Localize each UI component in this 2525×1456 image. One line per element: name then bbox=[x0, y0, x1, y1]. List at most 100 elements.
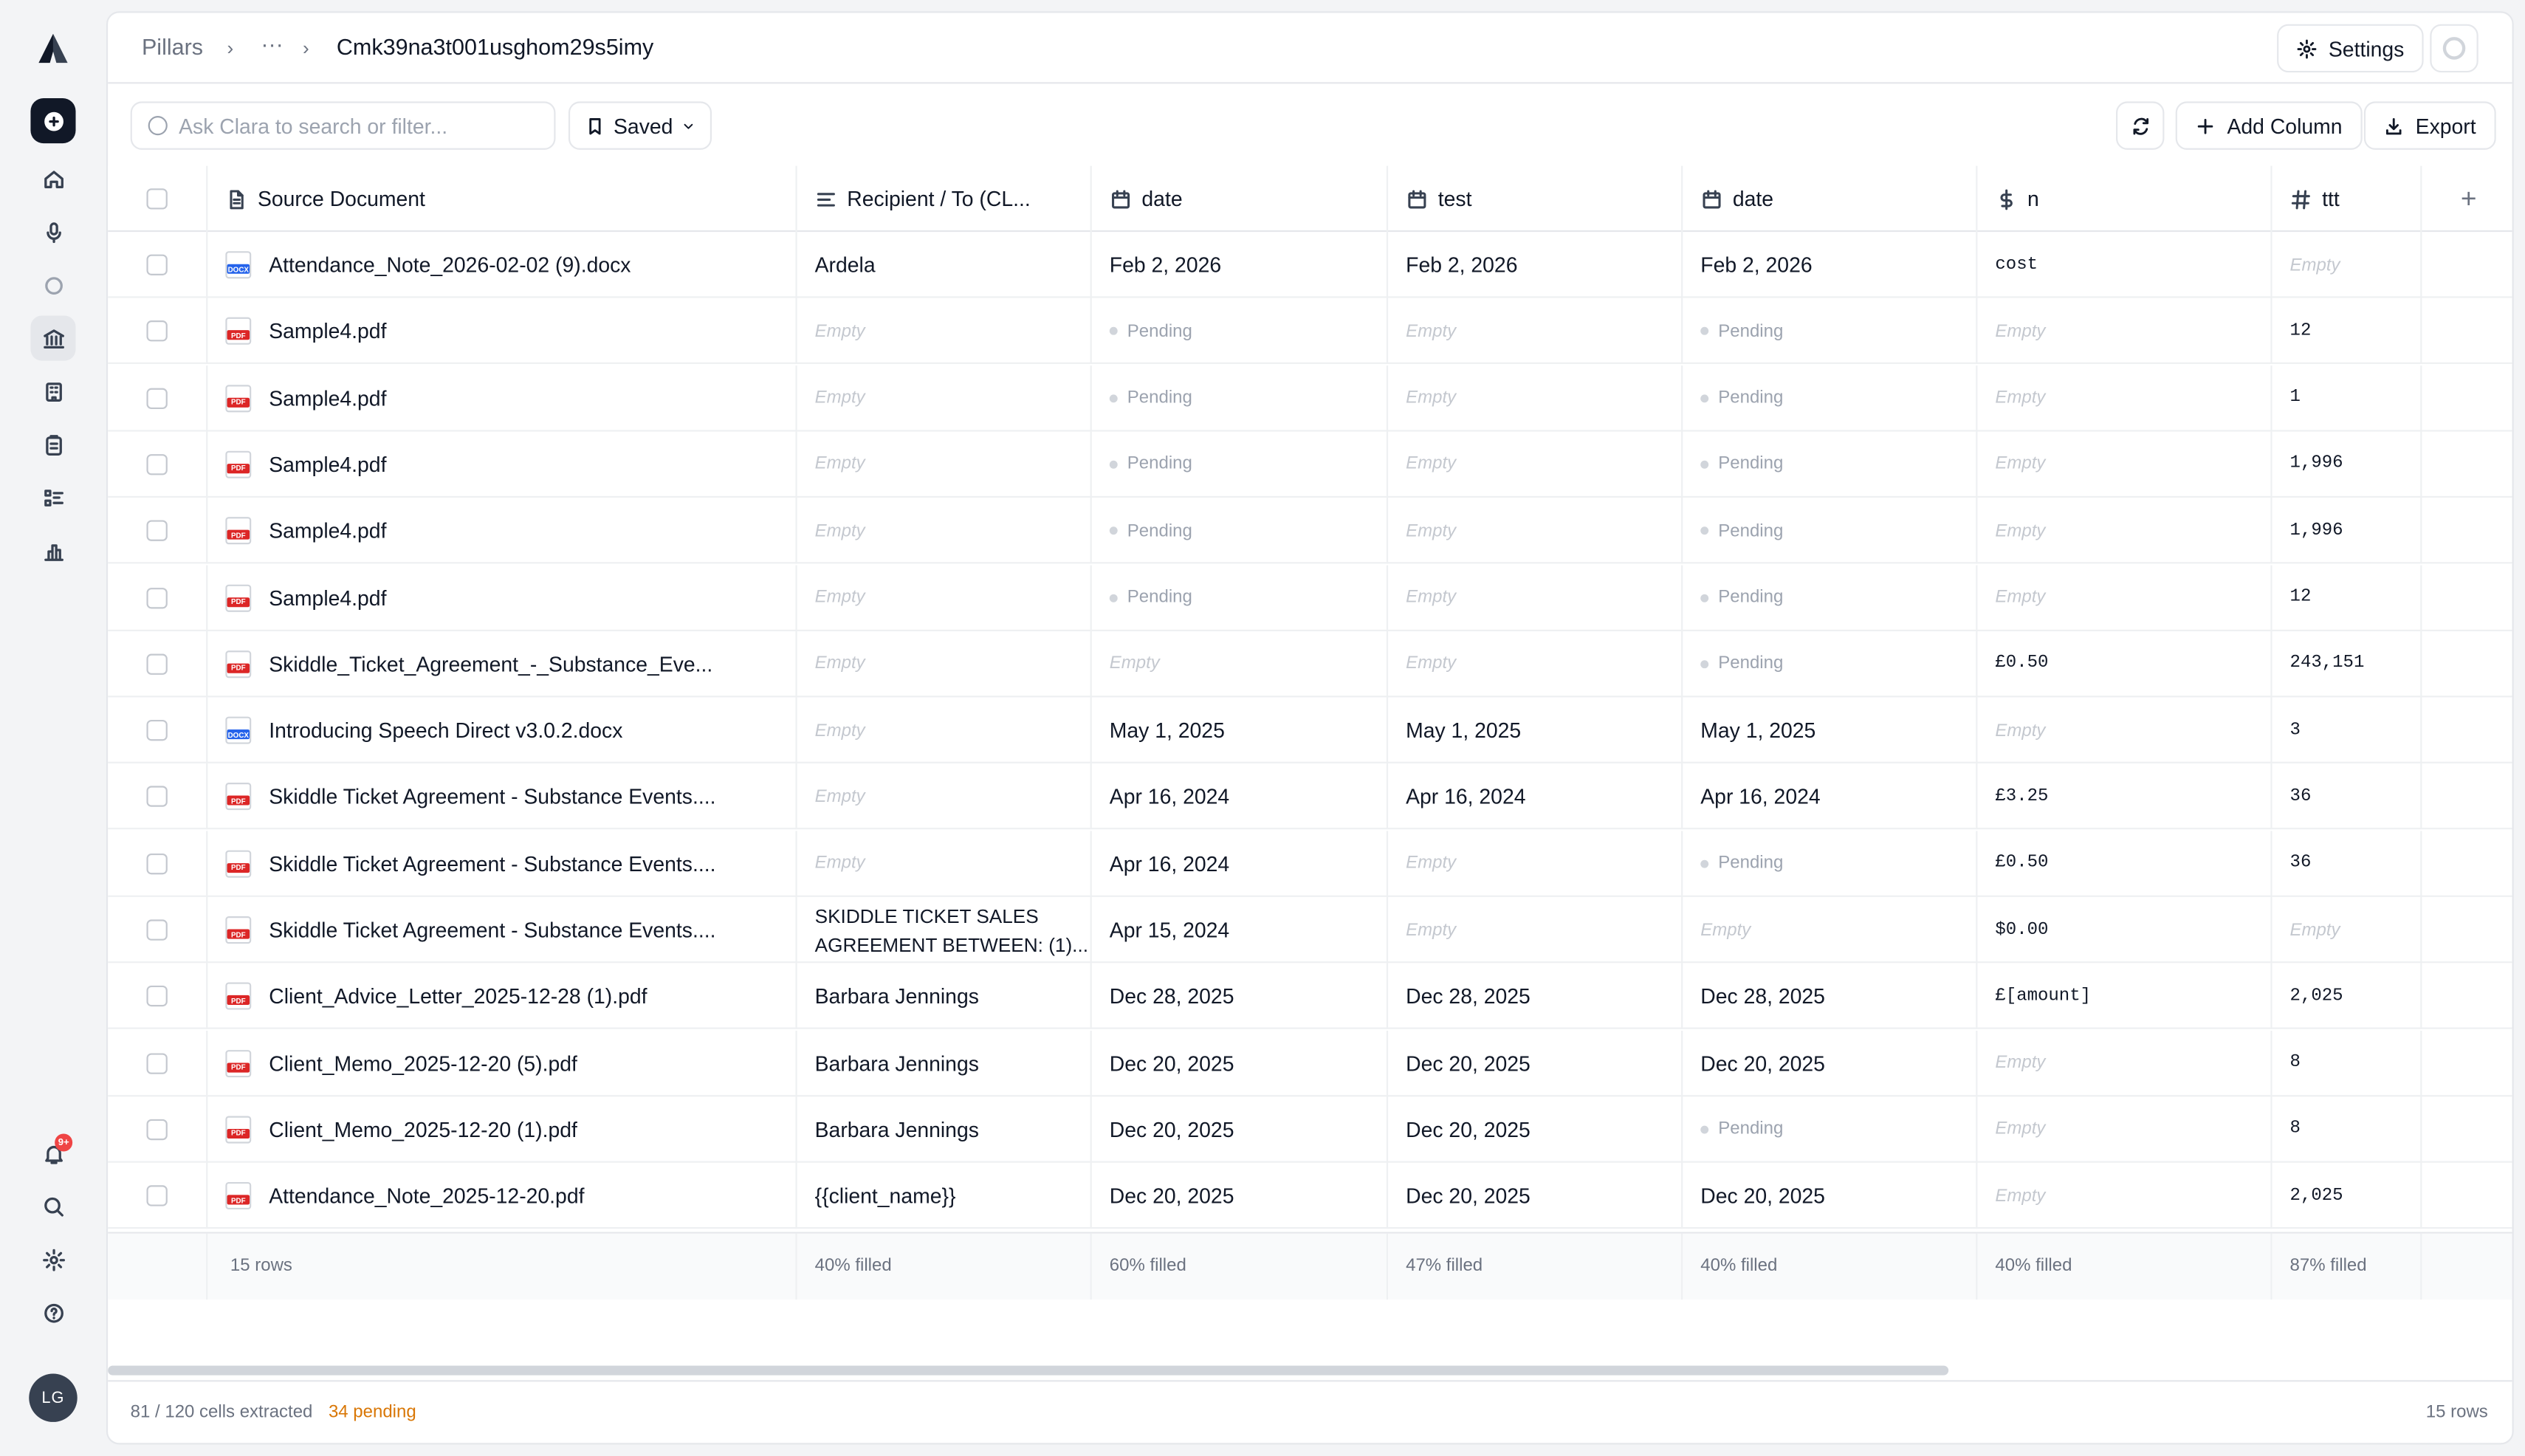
table-cell[interactable]: £0.50 bbox=[1977, 631, 2272, 697]
table-cell[interactable]: Apr 16, 2024 bbox=[1092, 830, 1389, 897]
table-cell[interactable]: pdf Sample4.pdf bbox=[207, 365, 797, 431]
table-row[interactable]: pdf Sample4.pdf Empty Pending Empty Pending Em… bbox=[108, 431, 2512, 498]
table-row[interactable]: docx Attendance_Note_2026-02-02 (9).docx A… bbox=[108, 232, 2512, 298]
table-cell[interactable]: Pending bbox=[1092, 498, 1389, 564]
table-cell[interactable]: Pending bbox=[1683, 1096, 1978, 1163]
table-cell[interactable]: pdf Skiddle_Ticket_Agreement_-_Substance_… bbox=[207, 631, 797, 697]
table-cell[interactable]: Empty bbox=[1977, 498, 2272, 564]
table-cell[interactable]: Dec 20, 2025 bbox=[1388, 1030, 1683, 1096]
table-cell[interactable]: Feb 2, 2026 bbox=[1683, 232, 1978, 298]
row-select-cell[interactable] bbox=[108, 1163, 208, 1229]
table-cell[interactable]: Apr 16, 2024 bbox=[1388, 763, 1683, 831]
table-cell[interactable]: 243,151 bbox=[2272, 631, 2422, 697]
row-select-cell[interactable] bbox=[108, 232, 208, 298]
search-input[interactable] bbox=[179, 113, 533, 138]
table-cell[interactable]: Empty bbox=[1388, 431, 1683, 498]
table-cell[interactable]: Dec 20, 2025 bbox=[1683, 1030, 1978, 1096]
table-cell[interactable]: Empty bbox=[1683, 896, 1978, 964]
search-button[interactable] bbox=[30, 1184, 75, 1229]
table-cell[interactable]: Empty bbox=[1977, 365, 2272, 431]
table-cell[interactable]: pdf Client_Memo_2025-12-20 (5).pdf bbox=[207, 1030, 797, 1096]
table-cell[interactable]: Ardela bbox=[797, 232, 1092, 298]
table-cell[interactable]: Pending bbox=[1683, 431, 1978, 498]
table-cell[interactable]: Empty bbox=[797, 763, 1092, 831]
table-cell[interactable]: May 1, 2025 bbox=[1388, 697, 1683, 764]
table-cell[interactable]: £[amount] bbox=[1977, 963, 2272, 1030]
table-cell[interactable]: Empty bbox=[2272, 232, 2422, 298]
table-cell[interactable]: Pending bbox=[1092, 431, 1389, 498]
table-cell[interactable]: 3 bbox=[2272, 697, 2422, 764]
table-row[interactable]: pdf Skiddle Ticket Agreement - Substance … bbox=[108, 830, 2512, 897]
row-checkbox[interactable] bbox=[146, 986, 168, 1007]
row-select-cell[interactable] bbox=[108, 431, 208, 498]
breadcrumb-ellipsis[interactable]: ··· bbox=[261, 30, 284, 56]
table-cell[interactable]: pdf Skiddle Ticket Agreement - Substance … bbox=[207, 830, 797, 897]
column-header[interactable]: date bbox=[1683, 165, 1978, 233]
table-cell[interactable]: 36 bbox=[2272, 830, 2422, 897]
avatar[interactable]: LG bbox=[29, 1373, 78, 1422]
table-row[interactable]: docx Introducing Speech Direct v3.0.2.doc… bbox=[108, 697, 2512, 764]
row-select-cell[interactable] bbox=[108, 697, 208, 764]
column-header[interactable]: ttt bbox=[2272, 165, 2422, 233]
row-select-cell[interactable] bbox=[108, 631, 208, 697]
nav-analytics[interactable] bbox=[30, 528, 75, 573]
table-cell[interactable]: Barbara Jennings bbox=[797, 1096, 1092, 1163]
table-cell[interactable]: pdf Sample4.pdf bbox=[207, 298, 797, 365]
table-cell[interactable]: Barbara Jennings bbox=[797, 1030, 1092, 1096]
table-cell[interactable]: $0.00 bbox=[1977, 896, 2272, 964]
table-cell[interactable]: Empty bbox=[1092, 631, 1389, 697]
table-cell[interactable]: Empty bbox=[2272, 896, 2422, 964]
export-button[interactable]: Export bbox=[2363, 101, 2495, 150]
table-cell[interactable]: Apr 16, 2024 bbox=[1092, 763, 1389, 831]
table-cell[interactable]: Empty bbox=[1977, 1096, 2272, 1163]
table-row[interactable]: pdf Sample4.pdf Empty Pending Empty Pending Em… bbox=[108, 564, 2512, 631]
row-select-cell[interactable] bbox=[108, 763, 208, 831]
table-cell[interactable]: pdf Sample4.pdf bbox=[207, 564, 797, 631]
table-cell[interactable]: 12 bbox=[2272, 298, 2422, 365]
table-cell[interactable]: Pending bbox=[1683, 498, 1978, 564]
row-checkbox[interactable] bbox=[146, 653, 168, 675]
table-cell[interactable]: Dec 20, 2025 bbox=[1388, 1163, 1683, 1229]
row-select-cell[interactable] bbox=[108, 830, 208, 897]
table-cell[interactable]: pdf Sample4.pdf bbox=[207, 498, 797, 564]
table-cell[interactable]: Pending bbox=[1092, 365, 1389, 431]
table-cell[interactable]: Pending bbox=[1683, 365, 1978, 431]
table-cell[interactable]: 12 bbox=[2272, 564, 2422, 631]
row-checkbox[interactable] bbox=[146, 919, 168, 941]
nav-buildings[interactable] bbox=[30, 368, 75, 413]
table-row[interactable]: pdf Sample4.pdf Empty Pending Empty Pending Em… bbox=[108, 365, 2512, 431]
table-cell[interactable]: Empty bbox=[1388, 631, 1683, 697]
table-cell[interactable]: Dec 20, 2025 bbox=[1092, 1163, 1389, 1229]
row-select-cell[interactable] bbox=[108, 963, 208, 1030]
table-cell[interactable]: 2,025 bbox=[2272, 963, 2422, 1030]
settings-button[interactable]: Settings bbox=[2277, 24, 2424, 73]
notifications-button[interactable]: 9+ bbox=[30, 1130, 75, 1175]
table-cell[interactable]: Empty bbox=[1977, 298, 2272, 365]
table-cell[interactable]: £3.25 bbox=[1977, 763, 2272, 831]
table-row[interactable]: pdf Skiddle Ticket Agreement - Substance … bbox=[108, 896, 2512, 964]
table-cell[interactable]: Pending bbox=[1092, 298, 1389, 365]
nav-pillars[interactable] bbox=[30, 315, 76, 361]
table-cell[interactable]: Dec 28, 2025 bbox=[1388, 963, 1683, 1030]
table-cell[interactable]: docx Introducing Speech Direct v3.0.2.doc… bbox=[207, 697, 797, 764]
table-cell[interactable]: 36 bbox=[2272, 763, 2422, 831]
help-button[interactable] bbox=[30, 1290, 75, 1335]
row-checkbox[interactable] bbox=[146, 1119, 168, 1140]
table-cell[interactable]: Empty bbox=[1977, 1163, 2272, 1229]
table-row[interactable]: pdf Sample4.pdf Empty Pending Empty Pending Em… bbox=[108, 498, 2512, 564]
table-cell[interactable]: Empty bbox=[1388, 298, 1683, 365]
table-cell[interactable]: pdf Sample4.pdf bbox=[207, 431, 797, 498]
table-cell[interactable]: Empty bbox=[1388, 564, 1683, 631]
logo-icon[interactable] bbox=[35, 32, 71, 73]
table-row[interactable]: pdf Sample4.pdf Empty Pending Empty Pending Em… bbox=[108, 298, 2512, 365]
table-cell[interactable]: 1,996 bbox=[2272, 431, 2422, 498]
table-cell[interactable]: Pending bbox=[1092, 564, 1389, 631]
column-header[interactable]: test bbox=[1388, 165, 1683, 233]
row-checkbox[interactable] bbox=[146, 587, 168, 608]
table-cell[interactable]: May 1, 2025 bbox=[1683, 697, 1978, 764]
table-cell[interactable]: pdf Client_Advice_Letter_2025-12-28 (1).p… bbox=[207, 963, 797, 1030]
column-header[interactable]: date bbox=[1092, 165, 1389, 233]
table-cell[interactable]: Pending bbox=[1683, 631, 1978, 697]
nav-clipboard[interactable] bbox=[30, 422, 75, 467]
add-column-header-button[interactable]: + bbox=[2422, 166, 2512, 232]
